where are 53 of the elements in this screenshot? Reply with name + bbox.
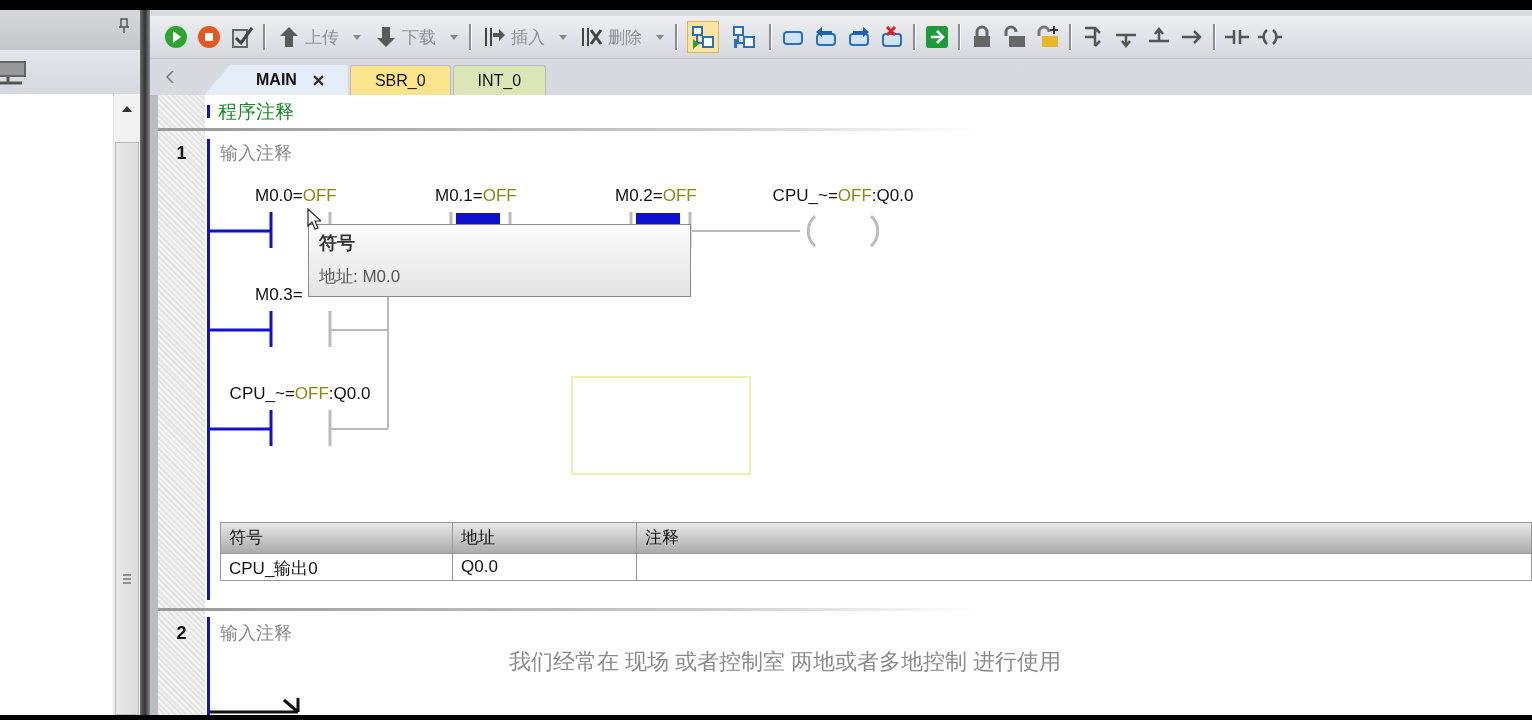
contact-symbol[interactable] xyxy=(269,311,332,348)
operand-label: M0.2=OFF xyxy=(615,186,697,206)
program-comment[interactable]: 程序注释 xyxy=(218,98,294,125)
tooltip-text: 地址: M0.0 xyxy=(319,266,402,288)
column-header: 符号 xyxy=(221,523,453,553)
wire xyxy=(208,229,271,233)
tab[interactable]: MAIN xyxy=(204,65,348,95)
cursor-icon xyxy=(307,208,321,230)
line-gutter xyxy=(158,95,205,128)
insert-icon xyxy=(483,25,507,49)
caret-icon xyxy=(656,34,664,40)
caret-icon xyxy=(353,34,361,40)
wire xyxy=(208,427,271,431)
close-icon[interactable] xyxy=(312,74,324,86)
column-header: 注释 xyxy=(637,523,1532,553)
back-arrow-icon[interactable] xyxy=(814,25,838,49)
unlock-icon[interactable] xyxy=(1003,25,1027,49)
operand-label: CPU_~=OFF:Q0.0 xyxy=(772,186,914,206)
operand-label: M0.0=OFF xyxy=(255,186,337,206)
grip-icon xyxy=(123,573,131,584)
operand-label: M0.1=OFF xyxy=(435,186,517,206)
network-comment[interactable]: 输入注释 xyxy=(220,621,1532,649)
contact-symbol[interactable] xyxy=(269,410,332,447)
scroll-up-icon[interactable] xyxy=(122,106,132,112)
tab[interactable]: SBR_0 xyxy=(349,65,451,95)
pin-icon[interactable] xyxy=(118,18,130,34)
scroll-thumb[interactable] xyxy=(115,142,139,715)
delete-icon xyxy=(580,25,604,49)
subtitle: 我们经常在 现场 或者控制室 两地或者多地控制 进行使用 xyxy=(507,648,1063,676)
status-chart-button[interactable] xyxy=(687,21,719,53)
arrow-icon xyxy=(208,696,302,714)
table-cell: Q0.0 xyxy=(453,554,637,580)
tab[interactable]: INT_0 xyxy=(452,65,547,95)
wire xyxy=(208,328,271,332)
network-number: 1 xyxy=(176,143,187,165)
operand-label: CPU_~=OFF:Q0.0 xyxy=(229,384,371,404)
scrollbar[interactable] xyxy=(113,94,140,715)
caret-icon xyxy=(559,34,567,40)
splitter-bar[interactable] xyxy=(140,10,150,715)
network-number: 2 xyxy=(176,623,187,645)
forward-arrow-icon[interactable] xyxy=(847,25,871,49)
table-cell: CPU_输出0 xyxy=(221,554,453,580)
operand-label: M0.3= xyxy=(255,285,303,305)
stop-icon[interactable] xyxy=(197,25,221,49)
column-header: 地址 xyxy=(453,523,637,553)
close-bookmark-icon[interactable] xyxy=(880,25,904,49)
padlock-plus-icon[interactable] xyxy=(1036,25,1060,49)
network-comment[interactable]: 输入注释 xyxy=(220,141,1532,169)
tooltip-title: 符号 xyxy=(319,232,356,255)
scroll-left-icon[interactable] xyxy=(166,71,174,83)
compile-icon[interactable] xyxy=(230,25,254,49)
caret-icon xyxy=(450,34,458,40)
run-icon[interactable] xyxy=(164,25,188,49)
